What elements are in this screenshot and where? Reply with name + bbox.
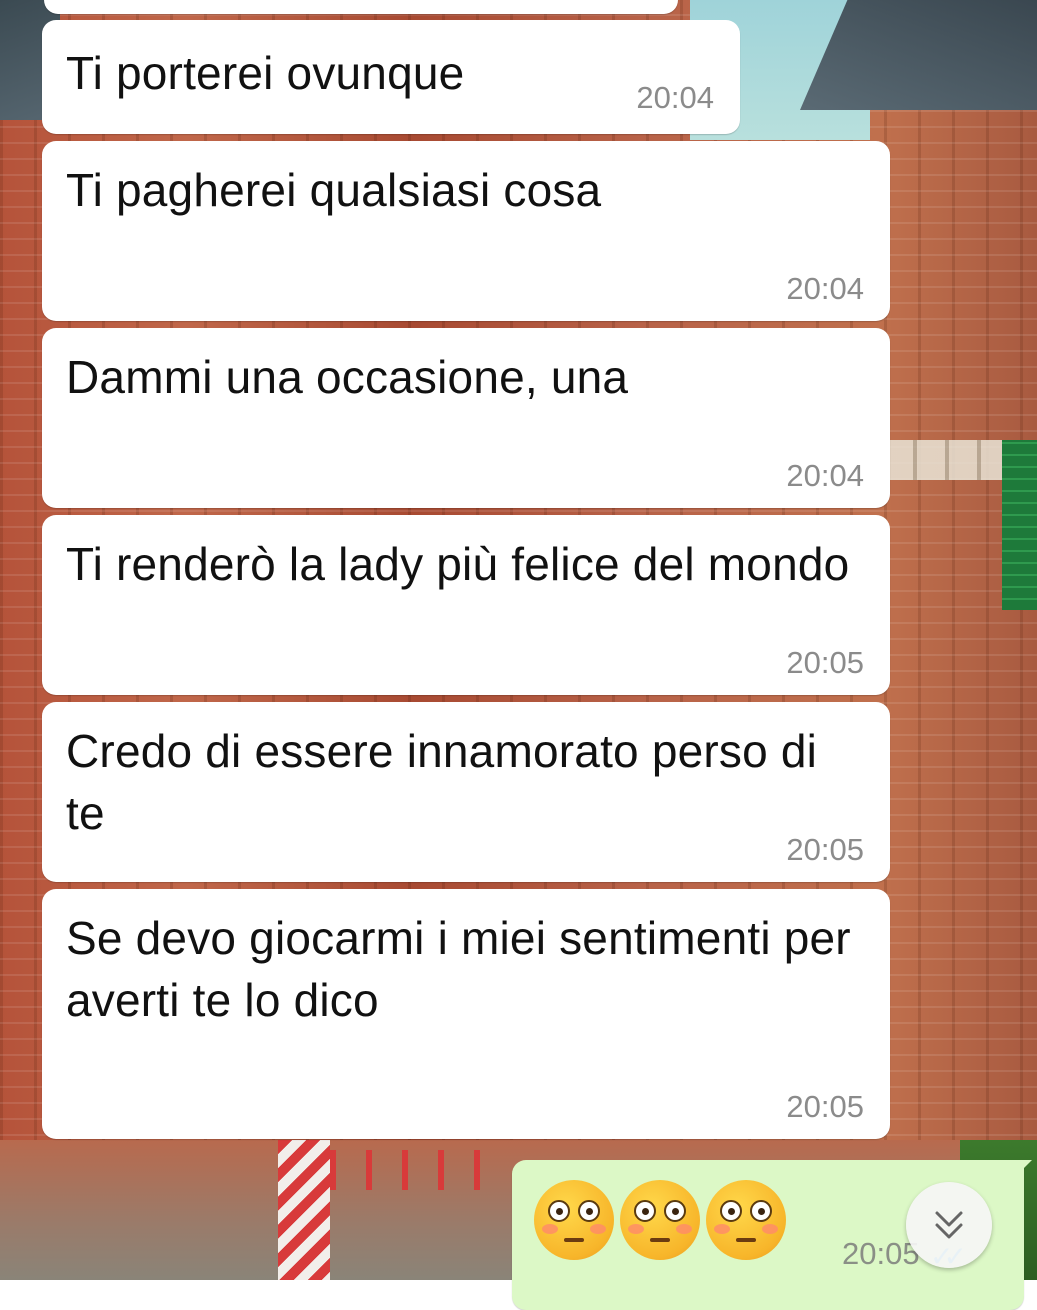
- outgoing-timestamp: 20:05: [842, 1236, 920, 1271]
- flushed-face-icon: [534, 1180, 614, 1260]
- message-timestamp: 20:05: [786, 645, 864, 680]
- incoming-message[interactable]: Ti porterei ovunque 20:04: [42, 20, 740, 134]
- outgoing-bubble-tail: [1010, 1160, 1032, 1182]
- flushed-face-icon: [706, 1180, 786, 1260]
- double-chevron-down-icon: [935, 1211, 963, 1239]
- incoming-message-partial[interactable]: [44, 0, 678, 14]
- message-text: Ti porterei ovunque: [66, 47, 465, 99]
- incoming-message[interactable]: Dammi una occasione, una 20:04: [42, 328, 890, 508]
- message-timestamp: 20:04: [786, 458, 864, 493]
- incoming-message[interactable]: Ti pagherei qualsiasi cosa 20:04: [42, 141, 890, 321]
- flushed-face-icon: [620, 1180, 700, 1260]
- message-timestamp: 20:05: [786, 832, 864, 867]
- message-timestamp: 20:04: [786, 271, 864, 306]
- message-list[interactable]: Ti porterei ovunque 20:04 Ti pagherei qu…: [0, 0, 1037, 1310]
- message-timestamp: 20:04: [636, 80, 714, 115]
- message-text: Credo di essere innamorato perso di te: [66, 725, 818, 839]
- message-timestamp: 20:05: [786, 1089, 864, 1124]
- incoming-message[interactable]: Ti renderò la lady più felice del mondo …: [42, 515, 890, 695]
- message-text: Se devo giocarmi i miei sentimenti per a…: [66, 912, 851, 1026]
- incoming-message[interactable]: Credo di essere innamorato perso di te 2…: [42, 702, 890, 882]
- message-text: Ti pagherei qualsiasi cosa: [66, 164, 602, 216]
- message-text: Ti renderò la lady più felice del mondo: [66, 538, 850, 590]
- message-text: Dammi una occasione, una: [66, 351, 629, 403]
- incoming-message[interactable]: Se devo giocarmi i miei sentimenti per a…: [42, 889, 890, 1139]
- outgoing-emoji-row: [534, 1180, 786, 1260]
- scroll-to-bottom-button[interactable]: [906, 1182, 992, 1268]
